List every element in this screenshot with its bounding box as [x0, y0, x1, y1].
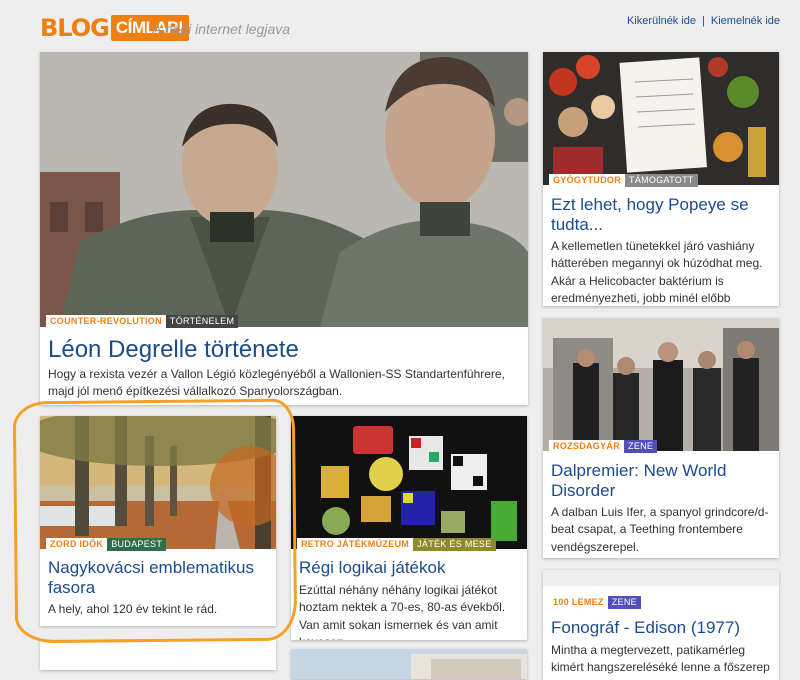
- site-tagline: A népi internet legjava: [152, 21, 291, 37]
- grid-story-image-next[interactable]: [291, 649, 527, 679]
- sidebar-story-description-popeye: A kellemetlen tünetekkel járó vashiány h…: [551, 239, 763, 306]
- sidebar-story-card-popeye[interactable]: GYÓGYTUDOR TÁMOGATOTT Ezt lehet, hogy Po…: [543, 52, 779, 306]
- logo-blog-text: BLOG: [40, 14, 110, 42]
- link-separator: |: [702, 15, 705, 27]
- grid-story-card-fasor[interactable]: ZORD IDŐK BUDAPEST Nagykovácsi emblemati…: [40, 416, 276, 626]
- sidebar-story-card-dalpremier[interactable]: ROZSDAGYÁR ZENE Dalpremier: New World Di…: [543, 318, 779, 558]
- category-tag[interactable]: 100 LEMEZ: [549, 596, 608, 609]
- grid-story-card-next[interactable]: [291, 649, 527, 679]
- main-story-description: Hogy a rexista vezér a Vallon Légió közl…: [48, 367, 505, 399]
- sidebar-story-image-popeye[interactable]: [543, 52, 779, 185]
- category-tag[interactable]: ROZSDAGYÁR: [549, 440, 625, 453]
- category-tag[interactable]: RETRO JÁTÉKMÚZEUM: [297, 538, 414, 551]
- sidebar-story-image-dalpremier[interactable]: [543, 318, 779, 451]
- link-kiemelnek[interactable]: Kiemelnék ide: [711, 15, 780, 27]
- sidebar-story-title-fonograf[interactable]: Fonográf - Edison (1977): [551, 618, 771, 638]
- main-story-image[interactable]: [40, 52, 528, 327]
- subcategory-tag[interactable]: ZENE: [624, 440, 658, 453]
- sidebar-story-tags-popeye: GYÓGYTUDOR TÁMOGATOTT: [549, 174, 698, 187]
- sidebar-story-description-fonograf: Mintha a megtervezett, patikamérleg kimé…: [551, 643, 770, 675]
- grid-story-description-jatekok: Ezúttal néhány néhány logikai játékot ho…: [299, 583, 506, 640]
- sidebar-story-description-dalpremier: A dalban Luis Ifer, a spanyol grindcore/…: [551, 505, 769, 554]
- sidebar-story-image-fonograf[interactable]: [543, 570, 779, 586]
- sidebar-story-title-dalpremier[interactable]: Dalpremier: New World Disorder: [551, 461, 771, 501]
- sidebar-story-card-fonograf[interactable]: 100 LEMEZ ZENE Fonográf - Edison (1977) …: [543, 570, 779, 680]
- subcategory-tag[interactable]: TÁMOGATOTT: [625, 174, 698, 187]
- grid-story-title-jatekok[interactable]: Régi logikai játékok: [299, 558, 519, 578]
- main-story-title[interactable]: Léon Degrelle története: [48, 336, 520, 364]
- subcategory-tag[interactable]: ZENE: [607, 596, 641, 609]
- grid-story-tags-fasor: ZORD IDŐK BUDAPEST: [46, 538, 167, 551]
- sidebar-story-tags-fonograf: 100 LEMEZ ZENE: [549, 596, 641, 609]
- grid-story-image-fasor[interactable]: [40, 416, 276, 549]
- main-story-card[interactable]: COUNTER-REVOLUTION TÖRTÉNELEM Léon Degre…: [40, 52, 528, 405]
- grid-story-description-fasor: A hely, ahol 120 év tekint le rád.: [48, 602, 218, 616]
- subcategory-tag[interactable]: TÖRTÉNELEM: [165, 315, 239, 328]
- link-kikerulnek[interactable]: Kikerülnék ide: [627, 15, 696, 27]
- sidebar-story-tags-dalpremier: ROZSDAGYÁR ZENE: [549, 440, 658, 453]
- grid-story-image-jatekok[interactable]: [291, 416, 527, 549]
- subcategory-tag[interactable]: JÁTÉK ÉS MESE: [413, 538, 496, 551]
- main-story-tags: COUNTER-REVOLUTION TÖRTÉNELEM: [46, 315, 239, 328]
- grid-story-card-next-left[interactable]: [40, 640, 276, 670]
- category-tag[interactable]: GYÓGYTUDOR: [549, 174, 626, 187]
- grid-story-tags-jatekok: RETRO JÁTÉKMÚZEUM JÁTÉK ÉS MESE: [297, 538, 496, 551]
- grid-story-title-fasor[interactable]: Nagykovácsi emblematikus fasora: [48, 558, 268, 598]
- top-links: Kikerülnék ide | Kiemelnék ide: [627, 15, 780, 27]
- sidebar-story-title-popeye[interactable]: Ezt lehet, hogy Popeye se tudta...: [551, 195, 771, 235]
- category-tag[interactable]: COUNTER-REVOLUTION: [46, 315, 166, 328]
- category-tag[interactable]: ZORD IDŐK: [46, 538, 108, 551]
- subcategory-tag[interactable]: BUDAPEST: [107, 538, 167, 551]
- grid-story-card-jatekok[interactable]: RETRO JÁTÉKMÚZEUM JÁTÉK ÉS MESE Régi log…: [291, 416, 527, 640]
